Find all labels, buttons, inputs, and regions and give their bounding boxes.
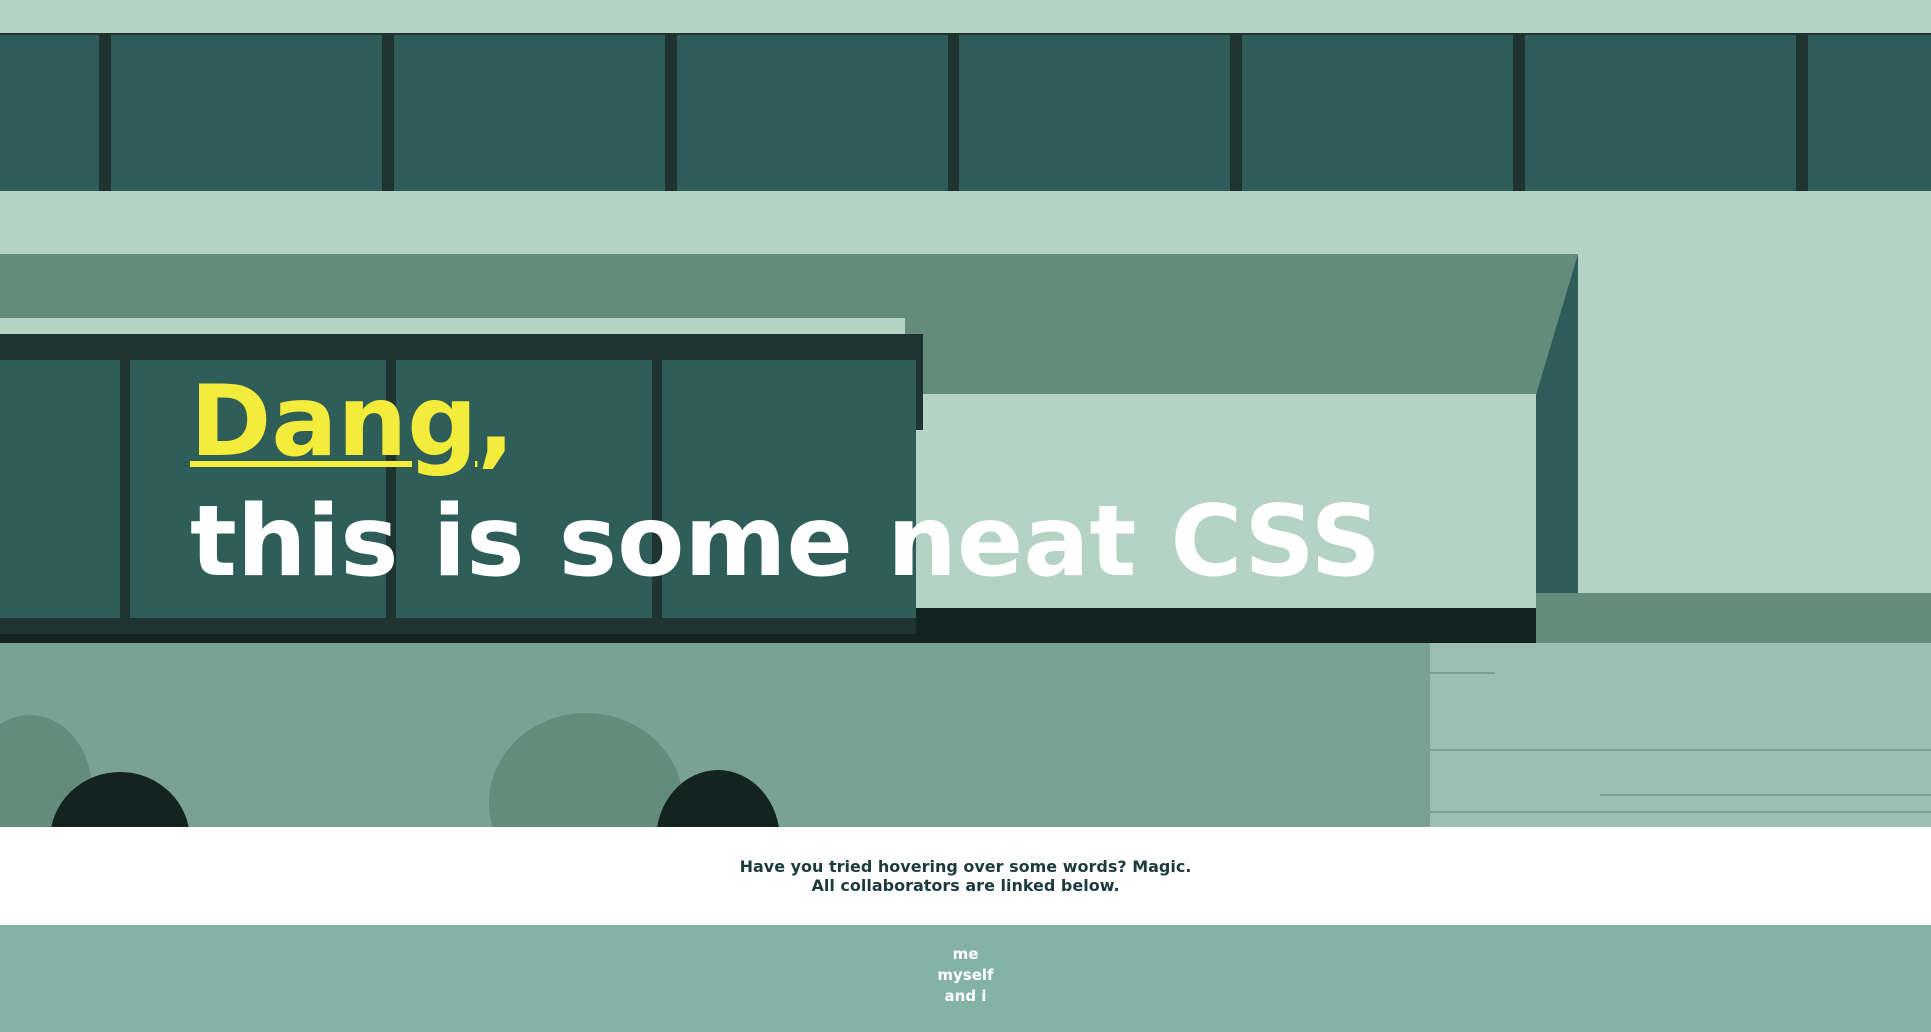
hint-line-1: Have you tried hovering over some words?… <box>739 857 1192 876</box>
canopy-top-strip <box>0 0 1931 33</box>
ground-right <box>1430 643 1931 827</box>
headline-line-2: this is some neat CSS <box>190 482 1381 602</box>
footer: me myself and i <box>0 925 1931 1032</box>
train-roof-light <box>0 318 905 334</box>
headline-word[interactable]: this <box>190 485 399 599</box>
headline-word[interactable]: CSS <box>1170 485 1381 599</box>
headline-accent-word[interactable]: Dang <box>190 365 477 479</box>
collaborator-link-and-i[interactable]: and i <box>0 986 1931 1007</box>
collaborator-link-me[interactable]: me <box>0 944 1931 965</box>
headline-line-1: Dang, <box>190 362 1381 482</box>
hint-line-2: All collaborators are linked below. <box>811 876 1120 895</box>
headline-word[interactable]: is <box>433 485 525 599</box>
headline: Dang, this is some neat CSS <box>190 362 1381 602</box>
collaborator-links: me myself and i <box>0 944 1931 1007</box>
headline-comma: , <box>477 365 515 479</box>
hint-section: Have you tried hovering over some words?… <box>0 827 1931 925</box>
canopy-panels <box>0 35 1931 191</box>
train-underframe <box>0 618 916 634</box>
headline-word[interactable]: some <box>559 485 853 599</box>
headline-word[interactable]: neat <box>887 485 1136 599</box>
collaborator-link-myself[interactable]: myself <box>0 965 1931 986</box>
hero-banner: Dang, this is some neat CSS <box>0 0 1931 827</box>
